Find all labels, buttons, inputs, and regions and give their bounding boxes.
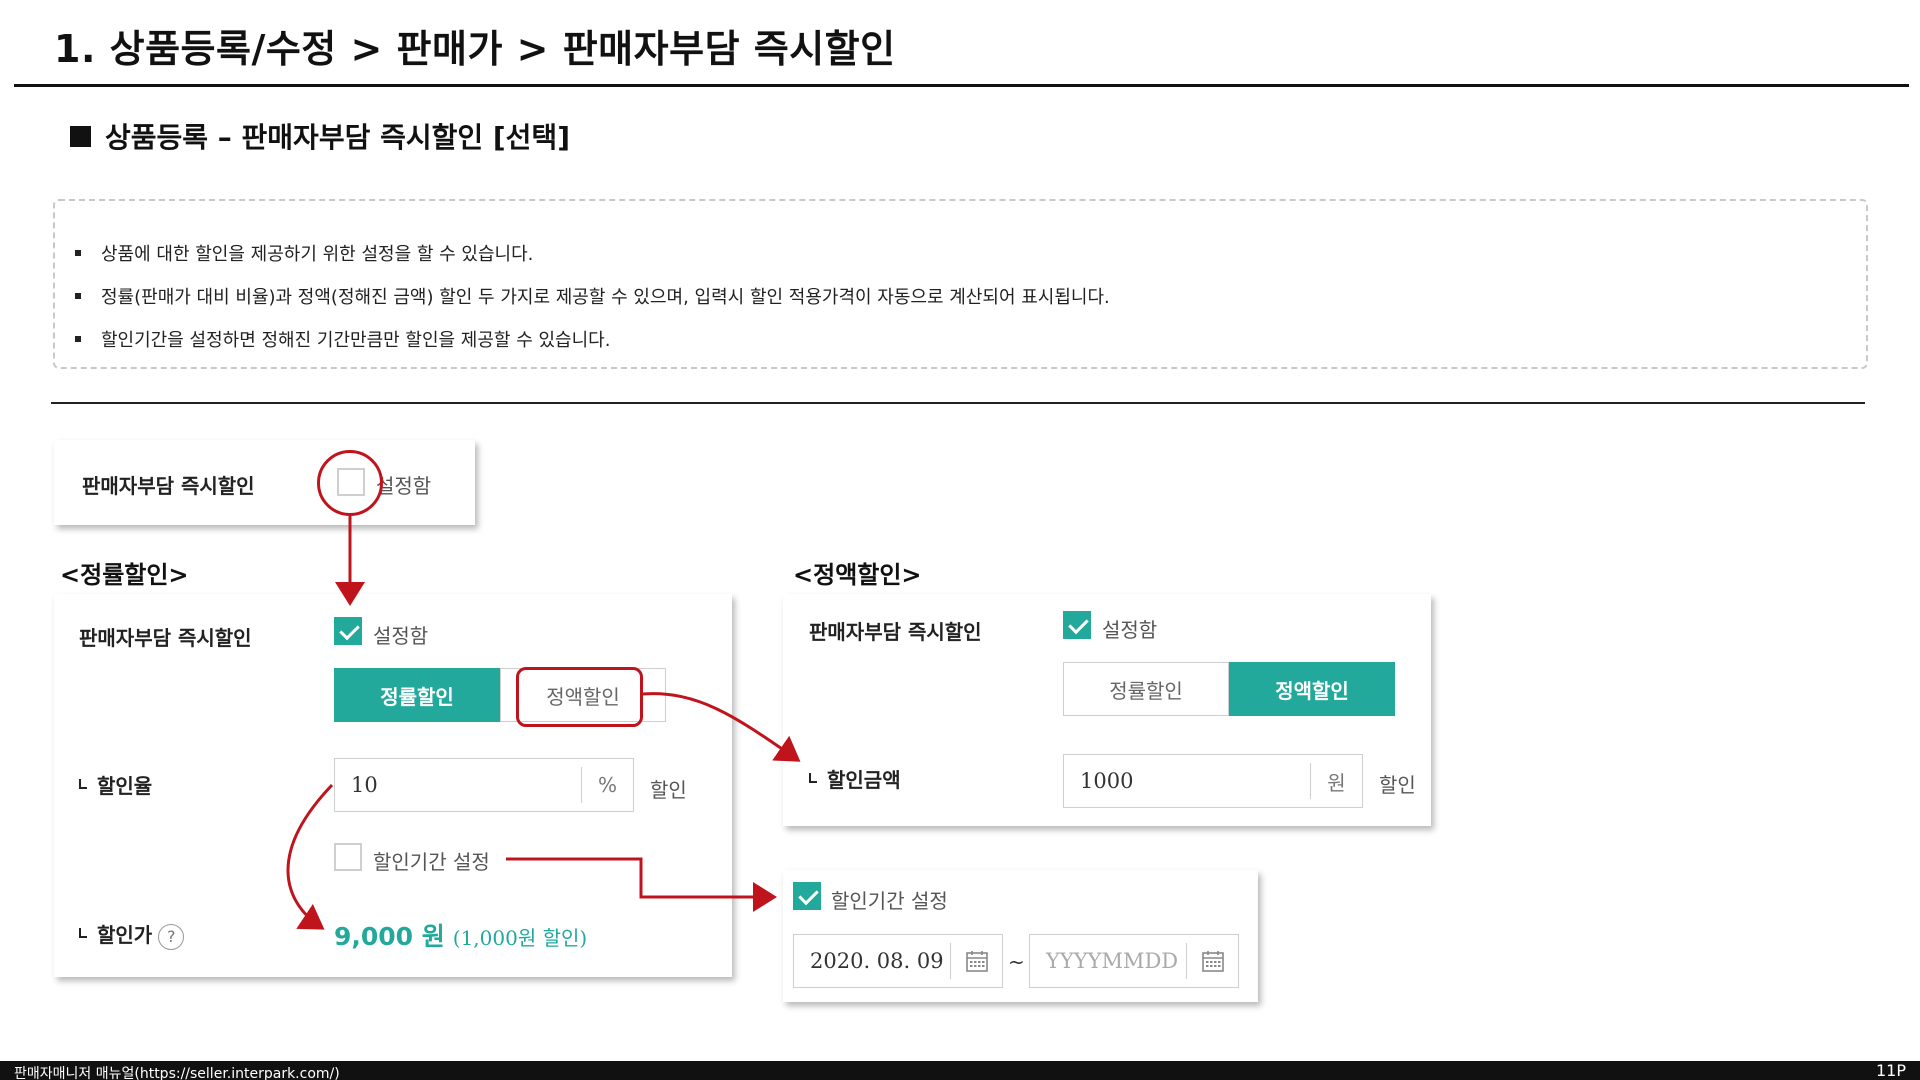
info-item: 상품에 대한 할인을 제공하기 위한 설정을 할 수 있습니다. [75,231,1110,274]
top-discount-panel: 판매자부담 즉시할인 설정함 [54,440,475,525]
rate-suffix: 할인 [650,778,687,802]
discount-checkbox[interactable] [1063,611,1091,639]
rate-discount-caption: <정률할인> [60,561,189,589]
section-heading-text: 상품등록 – 판매자부담 즉시할인 [선택] [105,121,570,154]
end-date-placeholder: YYYYMMDD [1046,949,1179,973]
square-bullet-icon [70,125,91,147]
amount-label: 할인금액 [809,764,901,793]
tab-amount-discount[interactable]: 정액할인 [1229,662,1395,716]
help-icon[interactable]: ? [158,924,185,950]
footer-text: 판매자매니저 매뉴얼(https://seller.interpark.com/… [14,1066,340,1080]
section-divider [51,402,1865,404]
discount-period-panel: 할인기간 설정 2020. 08. 09 ~ YYYYMMDD [783,870,1258,1002]
bullet-icon [75,335,81,342]
page-title: 1. 상품등록/수정 > 판매가 > 판매자부담 즉시할인 [54,27,896,71]
calendar-icon-glyph [1201,951,1224,972]
discounted-price: 9,000 원 (1,000원 할인) [334,917,587,953]
bullet-icon [75,292,81,299]
checkbox-label: 설정함 [376,474,432,498]
amount-discount-caption: <정액할인> [793,561,922,589]
corner-icon [79,928,87,938]
footer-bar: 판매자매니저 매뉴얼(https://seller.interpark.com/… [0,1061,1920,1080]
corner-icon [79,779,87,789]
discount-label: 판매자부담 즉시할인 [79,626,252,650]
amount-suffix: 할인 [1379,773,1416,797]
rate-input[interactable]: 10 % [334,758,634,812]
percent-unit: % [581,767,633,803]
tab-rate-discount[interactable]: 정률할인 [334,668,500,722]
bullet-icon [75,249,81,256]
calendar-icon-glyph [965,951,988,972]
rate-value: 10 [351,773,378,797]
start-date-input[interactable]: 2020. 08. 09 [793,934,1003,988]
info-box: 상품에 대한 할인을 제공하기 위한 설정을 할 수 있습니다. 정률(판매가 … [53,199,1868,369]
price-note: (1,000원 할인) [452,926,588,950]
period-checkbox[interactable] [793,882,821,910]
discount-label: 판매자부담 즉시할인 [82,474,255,498]
amount-value: 1000 [1080,769,1134,793]
info-list: 상품에 대한 할인을 제공하기 위한 설정을 할 수 있습니다. 정률(판매가 … [75,231,1110,360]
calendar-icon[interactable] [950,943,1002,979]
rate-label: 할인율 [79,770,152,799]
date-separator: ~ [1008,950,1025,974]
info-item: 정률(판매가 대비 비율)과 정액(정해진 금액) 할인 두 가지로 제공할 수… [75,274,1110,317]
page-number: 11P [1875,1061,1906,1080]
section-heading: 상품등록 – 판매자부담 즉시할인 [선택] [70,116,570,156]
period-label: 할인기간 설정 [373,850,490,874]
won-unit: 원 [1310,763,1362,799]
tab-rate-discount[interactable]: 정률할인 [1063,662,1229,716]
corner-icon [809,773,817,783]
title-divider [14,84,1909,87]
end-date-input[interactable]: YYYYMMDD [1029,934,1239,988]
checkbox-label: 설정함 [373,624,429,648]
period-checkbox[interactable] [334,843,362,871]
price-label: 할인가? [79,919,185,950]
price-value: 9,000 원 [334,922,445,951]
calendar-icon[interactable] [1186,943,1238,979]
highlight-box [516,667,643,727]
checkbox-label: 설정함 [1102,618,1158,642]
highlight-circle [317,450,383,516]
info-item: 할인기간을 설정하면 정해진 기간만큼만 할인을 제공할 수 있습니다. [75,317,1110,360]
discount-checkbox[interactable] [334,617,362,645]
discount-label: 판매자부담 즉시할인 [809,620,982,644]
start-date-value: 2020. 08. 09 [810,949,944,973]
amount-input[interactable]: 1000 원 [1063,754,1363,808]
amount-discount-panel: 판매자부담 즉시할인 설정함 정률할인 정액할인 할인금액 1000 원 할인 [783,594,1431,826]
period-label: 할인기간 설정 [831,889,948,913]
